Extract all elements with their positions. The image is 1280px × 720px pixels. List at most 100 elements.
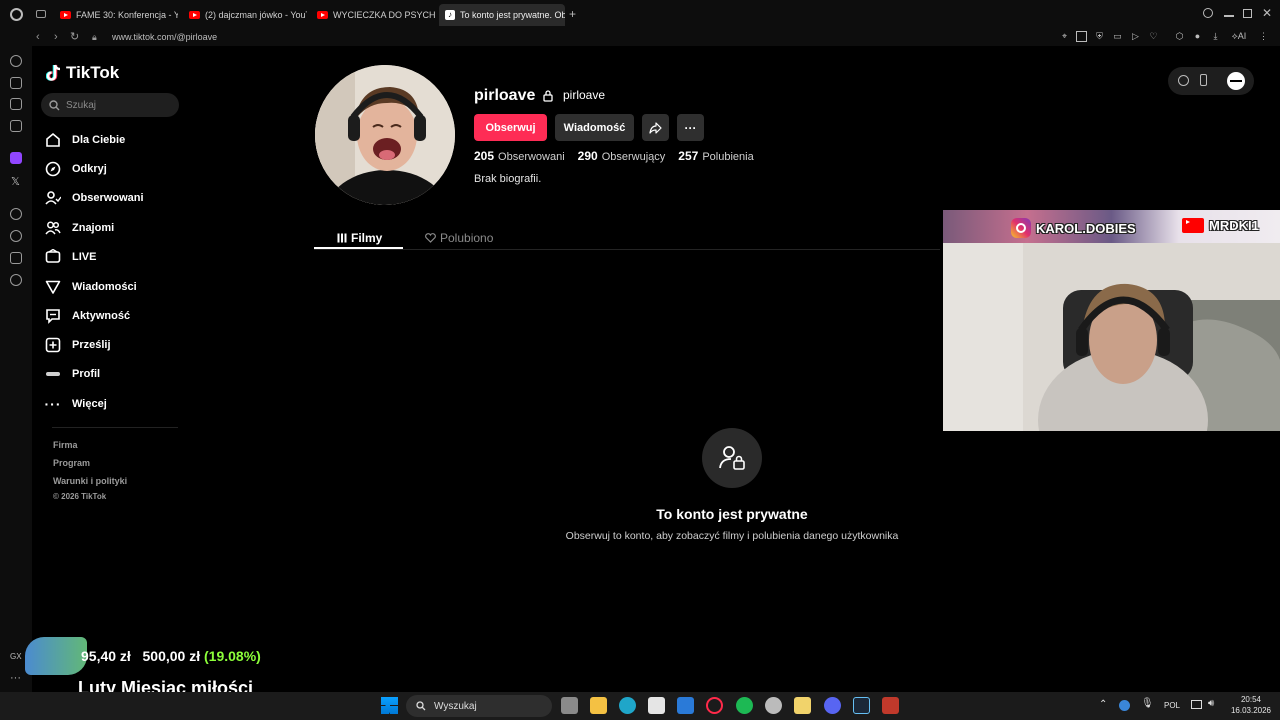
search-bar[interactable]: [41, 93, 179, 117]
notes-icon[interactable]: [794, 697, 811, 714]
activity-icon: [45, 308, 61, 324]
file-explorer-icon[interactable]: [590, 697, 607, 714]
youtube-icon: [317, 11, 328, 19]
nav-item-live[interactable]: LIVE: [45, 246, 96, 268]
footer-link-program[interactable]: Program: [53, 458, 90, 468]
footer-link-company[interactable]: Firma: [53, 440, 78, 450]
messenger-icon[interactable]: [10, 120, 22, 132]
nav-item-for-you[interactable]: Dla Ciebie: [45, 129, 125, 151]
stat-following[interactable]: 205 Obserwowani: [474, 149, 565, 163]
shield-icon[interactable]: ⛨: [1094, 31, 1105, 42]
compass-icon[interactable]: [1178, 75, 1189, 86]
follow-button[interactable]: Obserwuj: [474, 114, 547, 141]
tab-overview-icon[interactable]: [36, 10, 46, 18]
nav-item-messages[interactable]: Wiadomości: [45, 276, 137, 298]
antivirus-icon[interactable]: [882, 697, 899, 714]
history-icon[interactable]: [10, 230, 22, 242]
network-tray-icon[interactable]: [1119, 700, 1130, 711]
store-icon[interactable]: [648, 697, 665, 714]
taskbar: Wyszukaj ⌃ 🎙︎ POL 🔊︎ 20:54 16.03.2026: [0, 692, 1280, 720]
workspace-icon[interactable]: [10, 77, 22, 89]
browser-tab[interactable]: FAME 30: Konferencja - Yo: [54, 4, 178, 26]
nav-item-more[interactable]: ··· Więcej: [45, 393, 107, 415]
instagram-tag: KAROL.DOBIES: [1011, 218, 1136, 238]
stat-followers[interactable]: 290 Obserwujący: [578, 149, 666, 163]
player-icon[interactable]: [10, 208, 22, 220]
discord-icon[interactable]: [824, 697, 841, 714]
chevron-up-icon[interactable]: ⌃: [1099, 699, 1107, 710]
profile-icon: [45, 366, 61, 382]
new-tab-button[interactable]: +: [569, 7, 576, 21]
active-tab-indicator: [314, 247, 403, 249]
menu-icon[interactable]: ⋮: [1258, 31, 1269, 42]
live-icon: [45, 249, 61, 265]
monitor-icon[interactable]: [1191, 700, 1202, 709]
nav-item-following[interactable]: Obserwowani: [45, 187, 144, 209]
download-icon[interactable]: ⤓: [1210, 31, 1221, 42]
footer-copyright: © 2026 TikTok: [53, 492, 107, 501]
stat-likes: 257 Polubienia: [678, 149, 754, 163]
snapshot-icon[interactable]: [1076, 31, 1087, 42]
more-options-button[interactable]: ···: [677, 114, 704, 141]
maximize-button[interactable]: [1243, 9, 1252, 18]
settings-icon[interactable]: [10, 274, 22, 286]
reload-button[interactable]: ↻: [70, 28, 79, 46]
close-window-button[interactable]: ✕: [1262, 6, 1272, 20]
extensions-icon[interactable]: ⬡: [1174, 31, 1185, 42]
browser-tab[interactable]: WYCIECZKA DO PSYCHIA: [311, 4, 435, 26]
wallet-icon[interactable]: ●: [1192, 31, 1203, 42]
taskbar-search[interactable]: Wyszukaj: [406, 695, 552, 717]
search-input[interactable]: [66, 99, 166, 111]
heart-icon[interactable]: ♡: [1148, 31, 1159, 42]
tab-liked[interactable]: Polubiono: [425, 227, 493, 249]
nav-item-activity[interactable]: Aktywność: [45, 305, 130, 327]
private-user-icon: [719, 446, 745, 470]
footer-link-terms[interactable]: Warunki i polityki: [53, 476, 127, 486]
twitch-icon[interactable]: [10, 152, 22, 164]
avatar-mini[interactable]: [1227, 72, 1245, 90]
windows-start-icon[interactable]: [381, 697, 398, 714]
pin-icon[interactable]: ⌖: [1059, 31, 1070, 42]
profile-stats: 205 Obserwowani 290 Obserwujący 257 Polubie…: [474, 149, 754, 163]
microphone-icon[interactable]: 🎙︎: [1141, 698, 1154, 709]
tab-videos[interactable]: Filmy: [337, 227, 382, 249]
minimize-button[interactable]: [1224, 15, 1234, 17]
forward-button[interactable]: ›: [54, 28, 58, 46]
task-view-icon[interactable]: [561, 697, 578, 714]
steam-icon[interactable]: [853, 697, 870, 714]
tiktok-logo[interactable]: TikTok: [46, 63, 119, 83]
webcam-overlay: KAROL.DOBIES MRDKI1: [943, 210, 1280, 431]
edge-icon[interactable]: [619, 697, 636, 714]
search-icon: [416, 701, 426, 711]
mail-icon[interactable]: [677, 697, 694, 714]
search-tabs-icon[interactable]: [1203, 8, 1213, 18]
private-account-title: To konto jest prywatne: [656, 506, 808, 522]
bookmark-icon[interactable]: ▭: [1112, 31, 1123, 42]
nav-item-explore[interactable]: Odkryj: [45, 158, 107, 180]
message-button[interactable]: Wiadomość: [555, 114, 634, 141]
system-clock[interactable]: 20:54 16.03.2026: [1228, 694, 1274, 716]
share-button[interactable]: [642, 114, 669, 141]
nav-item-friends[interactable]: Znajomi: [45, 217, 114, 239]
nav-item-profile[interactable]: Profil: [45, 363, 100, 385]
gx-menu-icon[interactable]: ···: [10, 672, 21, 684]
nav-item-upload[interactable]: Prześlij: [45, 334, 111, 356]
x-icon[interactable]: 𝕏: [11, 175, 20, 188]
browser-tab[interactable]: (2) dajczman jówko - YouT: [183, 4, 307, 26]
ai-icon[interactable]: ⟡AI: [1230, 31, 1248, 42]
player-icon[interactable]: ▷: [1130, 31, 1141, 42]
opera-gx-icon[interactable]: [706, 697, 723, 714]
spotify-icon[interactable]: [736, 697, 753, 714]
extensions-icon[interactable]: [10, 252, 22, 264]
mobile-icon[interactable]: [1200, 74, 1207, 86]
aria-icon[interactable]: [10, 55, 22, 67]
browser-tab-active[interactable]: ♪ To konto jest prywatne. Ob: [439, 4, 565, 26]
back-button[interactable]: ‹: [36, 28, 40, 46]
settings-icon[interactable]: [765, 697, 782, 714]
url-field[interactable]: www.tiktok.com/@pirloave: [112, 28, 217, 46]
language-indicator[interactable]: POL: [1164, 701, 1180, 710]
lock-icon: [543, 90, 553, 102]
volume-icon[interactable]: 🔊︎: [1208, 698, 1214, 709]
opera-logo-icon[interactable]: [10, 8, 23, 21]
wallet-icon[interactable]: [10, 98, 22, 110]
